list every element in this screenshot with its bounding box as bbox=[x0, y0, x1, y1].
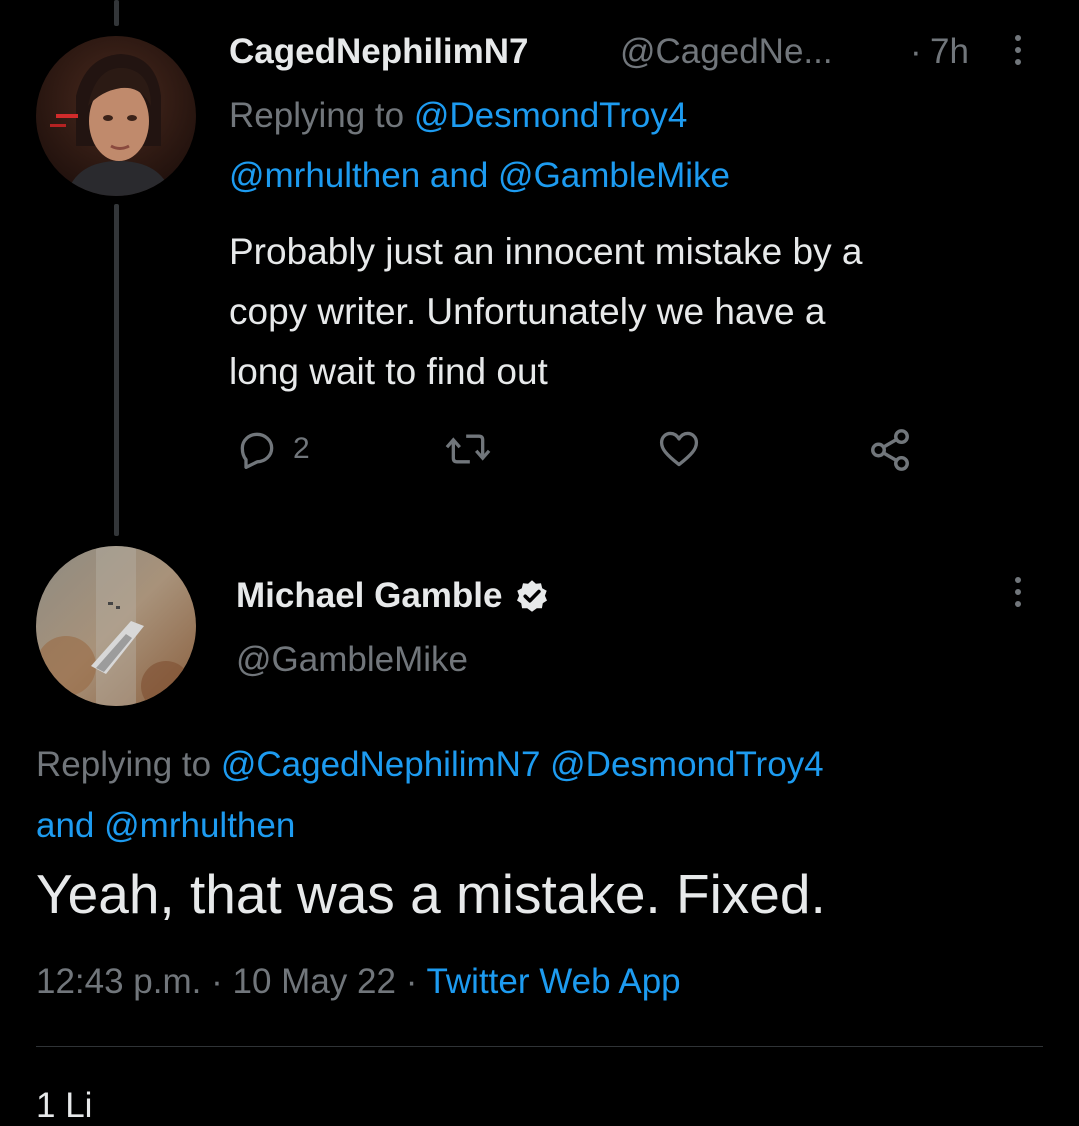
retweet-button[interactable] bbox=[444, 427, 492, 471]
reply-body-line: long wait to find out bbox=[229, 351, 548, 392]
avatar-cagednephilimn7[interactable] bbox=[36, 36, 196, 196]
mention-desmondtroy4[interactable]: @DesmondTroy4 bbox=[414, 96, 688, 135]
reply-button[interactable]: 2 bbox=[235, 427, 310, 471]
mention-gamblemike[interactable]: @GambleMike bbox=[498, 156, 730, 195]
share-icon bbox=[871, 429, 909, 471]
reply-separator: · bbox=[910, 32, 922, 71]
reply-icon bbox=[240, 432, 274, 469]
share-button[interactable] bbox=[866, 427, 914, 473]
stats-divider bbox=[36, 1046, 1043, 1047]
main-more-options-icon[interactable] bbox=[1015, 577, 1021, 607]
reply-author-name[interactable]: CagedNephilimN7 bbox=[229, 32, 529, 72]
retweet-icon bbox=[445, 434, 491, 464]
tweet-source[interactable]: Twitter Web App bbox=[426, 962, 680, 1001]
replying-and: and bbox=[36, 806, 95, 845]
reply-replying-line-1: Replying to @DesmondTroy4 bbox=[229, 96, 687, 136]
reply-body: Probably just an innocent mistake by a c… bbox=[229, 222, 862, 402]
heart-icon bbox=[659, 431, 699, 467]
thread-line-bottom bbox=[114, 204, 119, 536]
mention-mrhulthen[interactable]: @mrhulthen bbox=[104, 806, 295, 845]
replying-to-label: Replying to bbox=[36, 745, 212, 784]
reply-count: 2 bbox=[293, 432, 310, 465]
mention-cagednephilimn7[interactable]: @CagedNephilimN7 bbox=[221, 745, 541, 784]
mention-desmondtroy4[interactable]: @DesmondTroy4 bbox=[550, 745, 824, 784]
main-replying-line-1: Replying to @CagedNephilimN7 @DesmondTro… bbox=[36, 745, 824, 785]
reply-replying-line-2: @mrhulthen and @GambleMike bbox=[229, 156, 730, 196]
main-tweet-body: Yeah, that was a mistake. Fixed. bbox=[36, 863, 826, 925]
replying-and: and bbox=[429, 156, 489, 195]
reply-timestamp[interactable]: 7h bbox=[930, 32, 969, 72]
avatar-image bbox=[36, 546, 196, 706]
mention-mrhulthen[interactable]: @mrhulthen bbox=[229, 156, 420, 195]
main-replying-line-2: and @mrhulthen bbox=[36, 806, 295, 846]
meta-separator: · bbox=[405, 962, 418, 1001]
reply-body-line: Probably just an innocent mistake by a bbox=[229, 231, 863, 272]
main-author-handle[interactable]: @GambleMike bbox=[236, 640, 468, 680]
tweet-time[interactable]: 12:43 p.m. bbox=[36, 962, 201, 1001]
avatar-gamblemike[interactable] bbox=[36, 546, 196, 706]
like-button[interactable] bbox=[656, 427, 702, 471]
reply-more-options-icon[interactable] bbox=[1015, 35, 1021, 65]
main-author-name-text: Michael Gamble bbox=[236, 576, 503, 615]
reply-body-line: copy writer. Unfortunately we have a bbox=[229, 291, 826, 332]
reply-author-handle[interactable]: @CagedNe... bbox=[620, 32, 833, 72]
replying-to-label: Replying to bbox=[229, 96, 405, 135]
likes-count-partial[interactable]: 1 Li bbox=[36, 1086, 92, 1126]
thread-line-top bbox=[114, 0, 119, 26]
verified-badge-icon bbox=[517, 580, 548, 612]
avatar-image bbox=[36, 36, 196, 196]
main-author-name[interactable]: Michael Gamble bbox=[236, 576, 550, 616]
tweet-date[interactable]: 10 May 22 bbox=[233, 962, 396, 1001]
main-tweet-meta: 12:43 p.m. · 10 May 22 · Twitter Web App bbox=[36, 962, 681, 1002]
meta-separator: · bbox=[211, 962, 223, 1001]
